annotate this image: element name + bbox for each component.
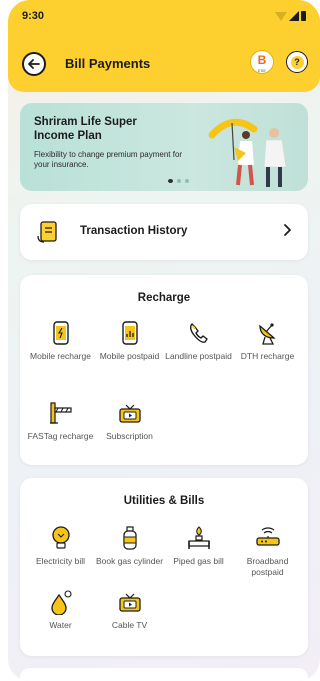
gas-cylinder-icon: [122, 526, 137, 550]
back-button[interactable]: [22, 52, 46, 76]
tile-label: Mobile recharge: [30, 351, 91, 361]
recharge-item-mobile-recharge[interactable]: Mobile recharge: [26, 319, 95, 389]
tile-label: Mobile postpaid: [99, 351, 160, 361]
chevron-right-icon: [284, 224, 291, 236]
status-time: 9:30: [22, 10, 45, 22]
tile-label: Landline postpaid: [165, 351, 232, 361]
tile-label: Piped gas bill: [173, 556, 224, 566]
tile-label: Book gas cylinder: [95, 556, 164, 566]
piped-gas-icon: [187, 526, 210, 549]
arrow-left-icon: [28, 59, 40, 69]
utility-item-broadband-postpaid[interactable]: Broadband postpaid: [233, 524, 302, 586]
recharge-item-landline-postpaid[interactable]: Landline postpaid: [164, 319, 233, 389]
cable-tv-icon: [118, 593, 141, 612]
header: Bill Payments B ESE ?: [22, 50, 308, 78]
subscription-tv-icon: [118, 404, 141, 423]
receipt-icon: [37, 221, 57, 243]
page-title: Bill Payments: [65, 56, 151, 71]
transaction-history-row[interactable]: Transaction History: [20, 204, 308, 260]
fastag-icon: [49, 402, 72, 424]
electricity-bulb-icon: [51, 526, 70, 549]
promo-banner[interactable]: Shriram Life Super Income Plan Flexibili…: [20, 103, 308, 191]
tile-label: FASTag recharge: [27, 431, 94, 441]
tile-label: Electricity bill: [35, 556, 86, 566]
utility-item-water[interactable]: Water: [26, 588, 95, 650]
utility-item-book-gas-cylinder[interactable]: Book gas cylinder: [95, 524, 164, 586]
carousel-dots: [168, 179, 189, 183]
utilities-section: Utilities & Bills Electricity bill Book …: [20, 478, 308, 656]
insurance-illustration-icon: [208, 118, 287, 187]
signal-icon: [289, 11, 299, 21]
next-section-card: [20, 668, 308, 681]
rewards-badge-button[interactable]: B ESE: [250, 50, 274, 74]
tile-label: Subscription: [106, 431, 153, 441]
utility-item-piped-gas-bill[interactable]: Piped gas bill: [164, 524, 233, 586]
utilities-section-title: Utilities & Bills: [123, 495, 205, 507]
carousel-dot[interactable]: [185, 179, 189, 183]
utility-item-electricity-bill[interactable]: Electricity bill: [26, 524, 95, 586]
recharge-section: Recharge Mobile recharge Mobile postpaid…: [20, 275, 308, 465]
carousel-dot-active[interactable]: [168, 179, 173, 183]
broadband-router-icon: [255, 527, 280, 546]
status-bar: 9:30: [22, 10, 306, 24]
recharge-item-dth-recharge[interactable]: DTH recharge: [233, 319, 302, 389]
phone-screen: 9:30 Bill Payments B ESE ? Shriram Life …: [8, 0, 320, 681]
recharge-grid: Mobile recharge Mobile postpaid Landline…: [26, 319, 302, 469]
banner-subtitle: Flexibility to change premium payment fo…: [34, 150, 183, 169]
utilities-grid: Electricity bill Book gas cylinder Piped…: [26, 524, 302, 650]
wifi-icon: [275, 12, 287, 21]
water-drop-icon: [50, 590, 72, 615]
recharge-item-fastag-recharge[interactable]: FASTag recharge: [26, 399, 95, 469]
recharge-item-mobile-postpaid[interactable]: Mobile postpaid: [95, 319, 164, 389]
carousel-dot[interactable]: [177, 179, 181, 183]
recharge-item-subscription[interactable]: Subscription: [95, 399, 164, 469]
landline-icon: [189, 323, 208, 343]
dth-dish-icon: [258, 323, 276, 345]
question-mark-icon: ?: [290, 56, 304, 69]
help-button[interactable]: ?: [286, 51, 308, 73]
tile-label: Water: [49, 620, 72, 630]
rewards-badge-text: ESE: [257, 68, 266, 73]
tile-label: Broadband postpaid: [246, 556, 289, 577]
mobile-postpaid-icon: [121, 321, 138, 345]
banner-title: Shriram Life Super Income Plan: [34, 116, 137, 142]
mobile-recharge-icon: [52, 321, 69, 345]
tile-label: DTH recharge: [240, 351, 295, 361]
rewards-badge-letter: B: [257, 53, 267, 67]
app-bar: 9:30 Bill Payments B ESE ?: [8, 0, 320, 92]
recharge-section-title: Recharge: [137, 292, 191, 304]
tile-label: Cable TV: [111, 620, 148, 630]
utility-item-cable-tv[interactable]: Cable TV: [95, 588, 164, 650]
battery-icon: [301, 11, 306, 21]
status-icons: [275, 11, 306, 21]
transaction-history-label: Transaction History: [80, 225, 188, 237]
